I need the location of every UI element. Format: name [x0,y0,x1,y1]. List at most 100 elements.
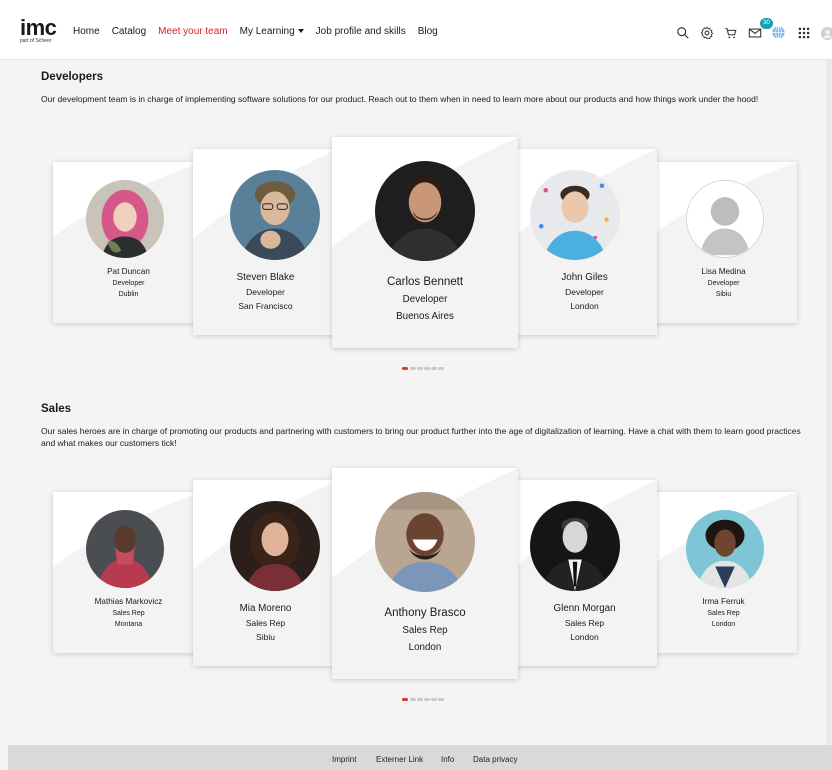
member-name: Pat Duncan [107,267,150,276]
profile-photo [230,501,320,591]
member-name: Mathias Markovicz [94,597,163,606]
member-city: London [570,301,599,311]
member-info: Pat Duncan Developer Dublin [53,266,204,300]
member-name: John Giles [561,272,608,283]
page-footer: Imprint Externer Link Info Data privacy [8,745,832,770]
team-card-mia-moreno[interactable]: Mia Moreno Sales Rep Sibiu [193,480,338,666]
profile-photo [86,510,164,588]
member-name: Irma Ferruk [702,597,745,606]
member-name: Mia Moreno [239,603,292,614]
sales-section-description: Our sales heroes are in charge of promot… [41,426,801,448]
cart-icon[interactable] [724,26,740,42]
member-city: Montana [114,621,143,628]
carousel-dot[interactable] [431,367,437,370]
logo-text: imc [20,15,57,40]
carousel-dot[interactable] [438,367,444,370]
team-card-carlos-bennett[interactable]: Carlos Bennett Developer Buenos Aires [332,137,518,348]
footer-link-info[interactable]: Info [441,755,454,764]
nav-my-learning[interactable]: My Learning [240,26,304,37]
member-city: Dublin [118,291,139,298]
profile-photo-placeholder [686,180,764,258]
member-info: Anthony Brasco Sales Rep London [332,605,518,656]
carousel-dot[interactable] [410,698,416,701]
profile-photo [530,501,620,591]
footer-link-imprint[interactable]: Imprint [332,755,356,764]
apps-grid-icon[interactable] [797,26,813,42]
nav-my-learning-label: My Learning [239,26,295,37]
nav-meet-your-team[interactable]: Meet your team [158,26,227,37]
member-info: John Giles Developer London [512,270,657,313]
team-card-pat-duncan[interactable]: Pat Duncan Developer Dublin [53,162,204,323]
mail-icon[interactable] [748,26,764,42]
footer-link-external[interactable]: Externer Link [376,755,423,764]
main-nav: Home Catalog Meet your team My Learning … [73,26,450,37]
team-card-irma-ferruk[interactable]: Irma Ferruk Sales Rep London [650,492,797,653]
team-card-john-giles[interactable]: John Giles Developer London [512,149,657,335]
carousel-dot[interactable] [402,367,408,370]
nav-home[interactable]: Home [73,26,100,37]
member-city: London [570,632,599,642]
member-role: Sales Rep [564,618,605,628]
nav-catalog[interactable]: Catalog [112,26,146,37]
search-icon[interactable] [676,26,692,42]
member-city: Buenos Aires [396,311,454,322]
carousel-dot[interactable] [424,367,430,370]
member-info: Carlos Bennett Developer Buenos Aires [332,274,518,325]
team-card-lisa-medina[interactable]: Lisa Medina Developer Sibiu [650,162,797,323]
member-info: Mathias Markovicz Sales Rep Montana [53,596,204,630]
member-name: Carlos Bennett [386,276,464,288]
member-name: Glenn Morgan [553,603,616,614]
member-role: Sales Rep [402,625,448,636]
member-city: London [408,642,442,653]
member-info: Irma Ferruk Sales Rep London [650,596,797,630]
profile-photo [375,492,475,592]
member-name: Anthony Brasco [384,607,466,619]
profile-photo [86,180,164,258]
member-city: San Francisco [238,301,293,311]
carousel-dot[interactable] [424,698,430,701]
chevron-down-icon [297,29,304,33]
member-role: Sales Rep [245,618,286,628]
member-info: Lisa Medina Developer Sibiu [650,266,797,300]
team-card-anthony-brasco[interactable]: Anthony Brasco Sales Rep London [332,468,518,679]
developers-section-title: Developers [41,71,104,83]
member-role: Developer [402,294,448,305]
profile-photo [375,161,475,261]
scroll-gutter [826,60,832,745]
developers-section-description: Our development team is in charge of imp… [41,94,759,104]
imc-logo[interactable]: imc part of Scheer [20,15,60,48]
carousel-dot[interactable] [438,698,444,701]
member-name: Lisa Medina [701,267,746,276]
member-role: Developer [565,287,604,297]
member-role: Developer [246,287,285,297]
member-name: Steven Blake [236,272,295,283]
nav-blog[interactable]: Blog [418,26,438,37]
carousel-dot[interactable] [402,698,408,701]
team-card-mathias-markovicz[interactable]: Mathias Markovicz Sales Rep Montana [53,492,204,653]
globe-icon[interactable] [771,25,787,41]
profile-photo [530,170,620,260]
carousel-dot[interactable] [431,698,437,701]
member-info: Glenn Morgan Sales Rep London [512,601,657,644]
member-city: Sibiu [715,291,732,298]
nav-job-profile-and-skills[interactable]: Job profile and skills [316,26,406,37]
footer-link-data-privacy[interactable]: Data privacy [473,755,517,764]
top-navigation-bar: imc part of Scheer Home Catalog Meet you… [0,0,832,60]
member-role: Developer [112,280,145,287]
carousel-dot[interactable] [417,367,423,370]
carousel-dot[interactable] [417,698,423,701]
member-info: Mia Moreno Sales Rep Sibiu [193,601,338,644]
carousel-dot[interactable] [410,367,416,370]
member-city: London [711,621,736,628]
member-role: Developer [707,280,740,287]
profile-photo [230,170,320,260]
member-city: Sibiu [256,632,275,642]
team-card-steven-blake[interactable]: Steven Blake Developer San Francisco [193,149,338,335]
avatar-icon[interactable] [820,26,832,42]
gear-icon[interactable] [700,26,716,42]
member-role: Sales Rep [112,610,145,617]
team-card-glenn-morgan[interactable]: Glenn Morgan Sales Rep London [512,480,657,666]
sales-section-title: Sales [41,403,72,415]
profile-photo [686,510,764,588]
member-info: Steven Blake Developer San Francisco [193,270,338,313]
